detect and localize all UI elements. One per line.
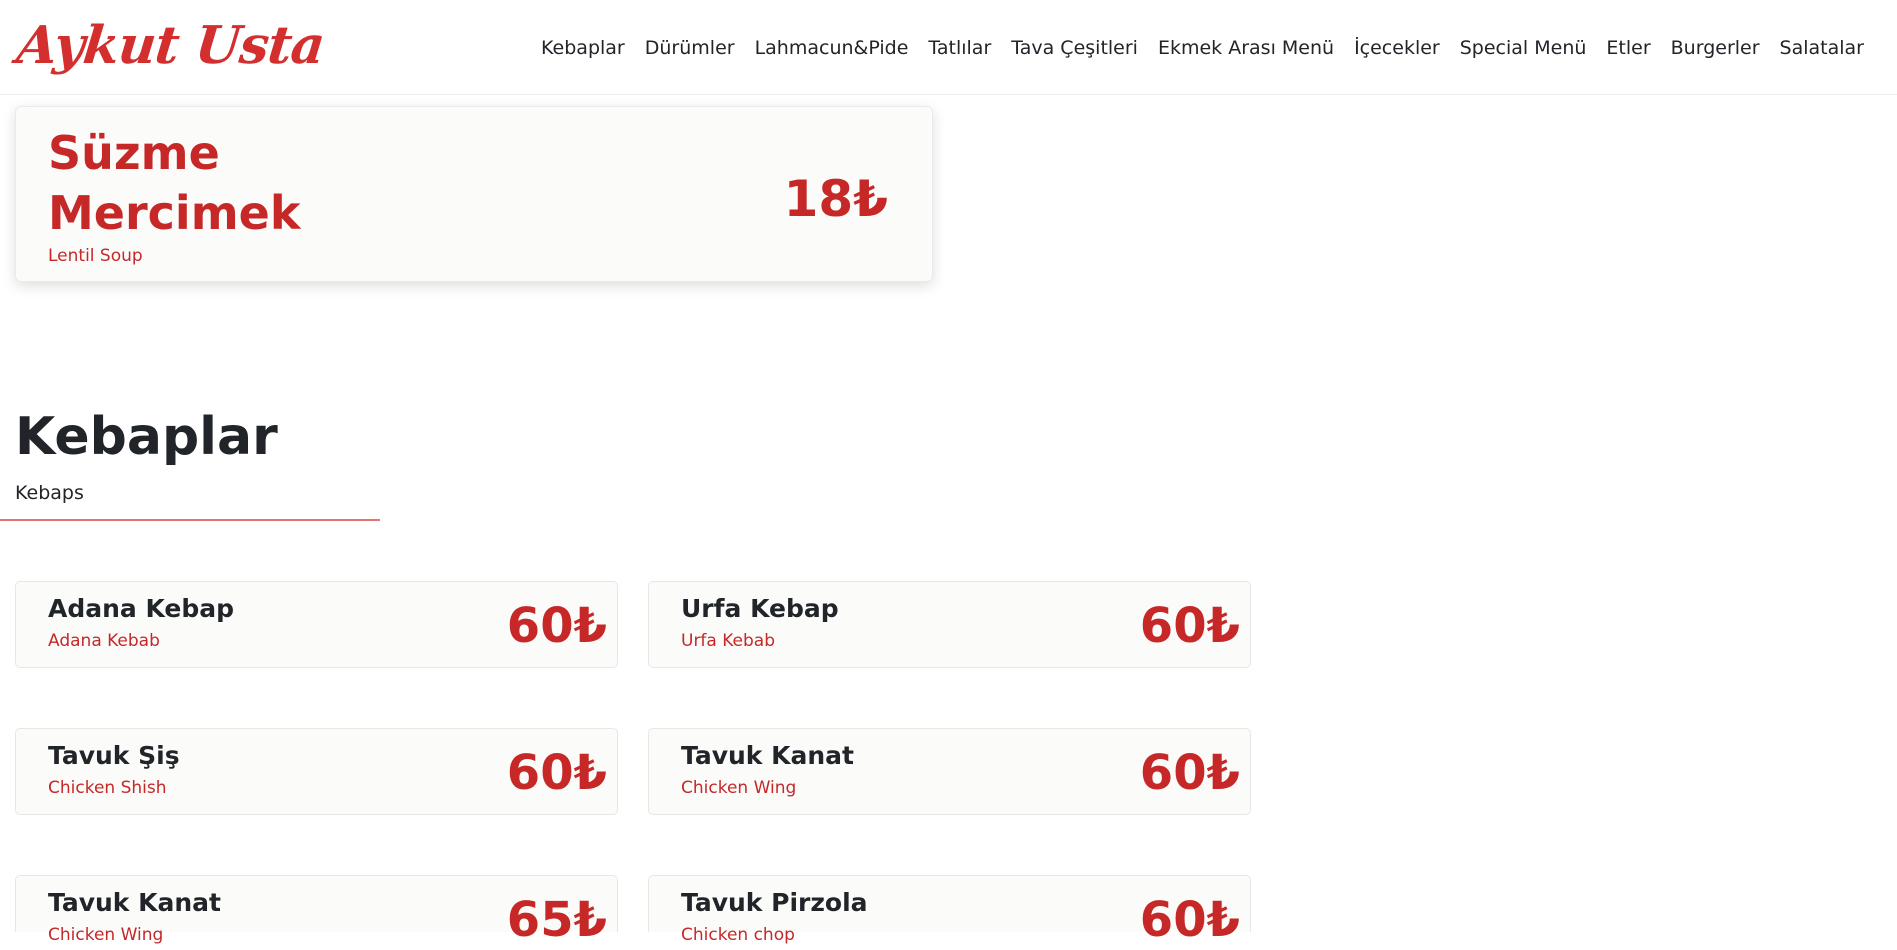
nav-link-icecekler[interactable]: İçecekler [1344,31,1450,65]
featured-item-name: Süzme Mercimek [48,126,301,240]
menu-item-card: Tavuk Kanat Chicken Wing 60₺ [648,728,1251,815]
brand-logo[interactable]: Aykut Usta [13,10,327,82]
featured-menu-card: Süzme Mercimek Lentil Soup 18₺ [15,106,933,282]
nav-link-durumler[interactable]: Dürümler [635,31,745,65]
nav-link-burgerler[interactable]: Burgerler [1661,31,1770,65]
menu-item-card: Adana Kebap Adana Kebab 60₺ [15,581,618,668]
featured-item-subtitle: Lentil Soup [48,246,143,266]
section-subtitle: Kebaps [15,482,84,504]
menu-item-name: Adana Kebap [48,594,235,623]
nav-link-special-menu[interactable]: Special Menü [1450,31,1597,65]
menu-item-card: Tavuk Kanat Chicken Wing 65₺ [15,875,618,948]
nav-link-salatalar[interactable]: Salatalar [1770,31,1874,65]
navbar: Aykut Usta Kebaplar Dürümler Lahmacun&Pi… [0,0,1897,95]
menu-item-card: Urfa Kebap Urfa Kebab 60₺ [648,581,1251,668]
section-title: Kebaplar [15,407,278,467]
menu-item-price: 60₺ [506,745,607,801]
menu-item-name: Urfa Kebap [681,594,839,623]
menu-item-subtitle: Chicken Wing [48,925,164,945]
menu-item-price: 60₺ [506,598,607,654]
menu-item-price: 60₺ [1139,745,1240,801]
menu-item-name: Tavuk Şiş [48,741,180,770]
menu-item-subtitle: Adana Kebab [48,631,160,651]
featured-item-price: 18₺ [783,170,888,228]
menu-item-subtitle: Chicken chop [681,925,795,945]
section-divider [0,519,380,521]
menu-item-name: Tavuk Kanat [681,741,854,770]
menu-item-subtitle: Urfa Kebab [681,631,775,651]
menu-item-card: Tavuk Şiş Chicken Shish 60₺ [15,728,618,815]
nav-link-tava-cesitleri[interactable]: Tava Çeşitleri [1001,31,1148,65]
nav-link-kebaplar[interactable]: Kebaplar [531,31,635,65]
nav-menu: Kebaplar Dürümler Lahmacun&Pide Tatlılar… [531,31,1874,65]
menu-item-card: Tavuk Pirzola Chicken chop 60₺ [648,875,1251,948]
nav-link-tatlilar[interactable]: Tatlılar [918,31,1001,65]
menu-item-name: Tavuk Kanat [48,888,221,917]
menu-item-subtitle: Chicken Wing [681,778,797,798]
menu-item-subtitle: Chicken Shish [48,778,167,798]
menu-item-price: 60₺ [1139,892,1240,948]
nav-link-etler[interactable]: Etler [1596,31,1660,65]
menu-item-price: 65₺ [506,892,607,948]
menu-item-name: Tavuk Pirzola [681,888,868,917]
nav-link-ekmek-arasi-menu[interactable]: Ekmek Arası Menü [1148,31,1344,65]
menu-item-price: 60₺ [1139,598,1240,654]
nav-link-lahmacun-pide[interactable]: Lahmacun&Pide [745,31,919,65]
